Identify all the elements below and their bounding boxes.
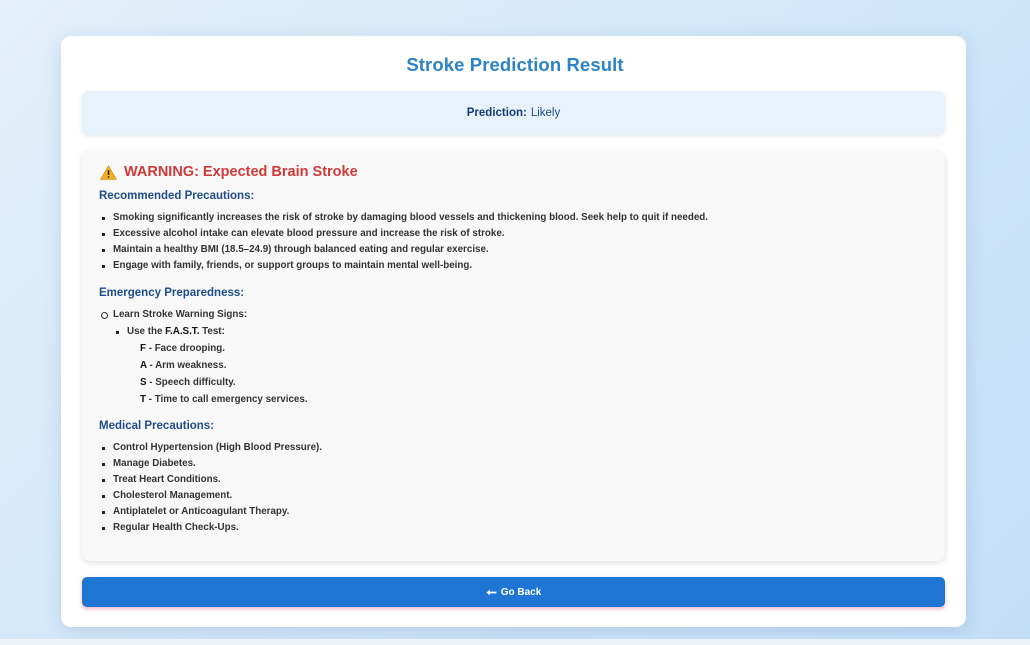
emergency-heading: Emergency Preparedness: <box>99 287 245 299</box>
warning-heading: WARNING: Expected Brain Stroke <box>100 164 358 180</box>
list-item: Smoking significantly increases the risk… <box>101 212 709 223</box>
fast-letter: F <box>140 343 146 354</box>
fast-letter: T <box>140 394 146 405</box>
fast-letter: S <box>140 377 147 388</box>
recommended-heading: Recommended Precautions: <box>99 190 255 202</box>
list-item: Manage Diabetes. <box>102 458 196 469</box>
fast-name: F.A.S.T. <box>165 326 200 337</box>
fast-text: - Time to call emergency services. <box>148 394 308 405</box>
fast-line: A - Arm weakness. <box>140 360 226 371</box>
warning-triangle-icon <box>100 164 117 180</box>
prediction-box: Prediction: Likely <box>82 91 945 134</box>
list-item: Treat Heart Conditions. <box>102 474 221 485</box>
page-title: Stroke Prediction Result <box>406 54 624 75</box>
fast-line: F - Face drooping. <box>140 343 225 354</box>
list-item: Excessive alcohol intake can elevate blo… <box>102 228 505 239</box>
fast-line: T - Time to call emergency services. <box>140 394 308 405</box>
left-arrow-icon <box>486 589 497 595</box>
warning-text: WARNING: Expected Brain Stroke <box>124 164 358 180</box>
bottom-strip <box>0 639 1030 645</box>
go-back-label: Go Back <box>500 586 542 598</box>
fast-line: S - Speech difficulty. <box>140 377 236 388</box>
list-item: Maintain a healthy BMI (18.5–24.9) throu… <box>102 244 489 255</box>
list-item: Learn Stroke Warning Signs: <box>100 309 248 320</box>
fast-test-item: Use the F.A.S.T. Test: <box>116 326 225 337</box>
fast-text: - Speech difficulty. <box>149 377 236 388</box>
list-item: Antiplatelet or Anticoagulant Therapy. <box>101 506 290 517</box>
go-back-button[interactable]: Go Back <box>82 577 945 607</box>
prediction-value: Likely <box>530 106 561 119</box>
fast-text: - Face drooping. <box>148 343 225 354</box>
fast-suffix: Test: <box>202 326 225 337</box>
fast-text: - Arm weakness. <box>149 360 227 371</box>
fast-prefix: Use the <box>127 326 163 337</box>
list-item: Regular Health Check-Ups. <box>102 522 239 533</box>
list-item: Engage with family, friends, or support … <box>101 260 473 271</box>
prediction-label: Prediction: <box>466 106 527 119</box>
fast-letter: A <box>140 360 147 371</box>
list-item: Control Hypertension (High Blood Pressur… <box>101 442 323 453</box>
medical-heading: Medical Precautions: <box>99 420 215 432</box>
list-item: Cholesterol Management. <box>101 490 233 501</box>
